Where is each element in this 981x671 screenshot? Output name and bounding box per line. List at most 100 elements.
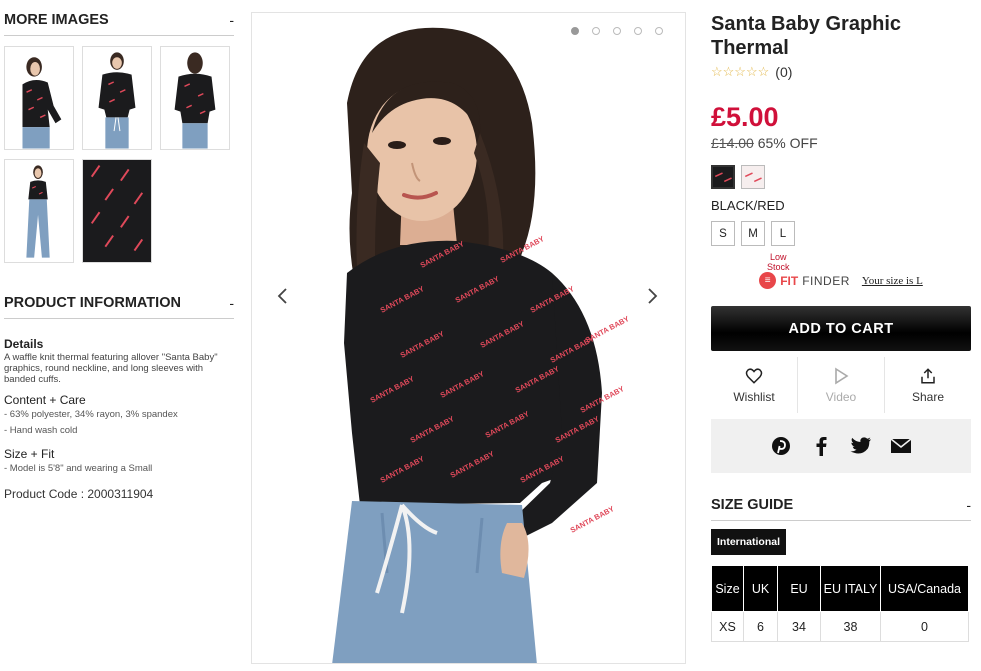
- print-text: SANTA BABY: [499, 234, 546, 265]
- size-table-header-row: Size UK EU EU ITALY USA/Canada: [711, 565, 969, 612]
- thumbnail-grid: [4, 46, 234, 263]
- content-line: - Hand wash cold: [4, 425, 78, 436]
- fit-finder-logo-icon: ≡: [759, 272, 777, 289]
- table-cell: 38: [820, 611, 881, 642]
- rating[interactable]: ☆☆☆☆☆ (0): [711, 64, 971, 80]
- collapse-toggle[interactable]: -: [229, 295, 234, 311]
- more-images-title: MORE IMAGES: [4, 12, 109, 28]
- table-cell: 6: [743, 611, 778, 642]
- column-header: EU ITALY: [820, 565, 881, 612]
- pager-dot[interactable]: [655, 27, 663, 35]
- column-header: EU: [777, 565, 821, 612]
- print-text: SANTA BABY: [399, 329, 446, 360]
- table-cell: 34: [777, 611, 821, 642]
- details-section: Details A waffle knit thermal featuring …: [4, 337, 234, 501]
- details-heading: Details: [4, 337, 44, 351]
- size-selector: S M L: [711, 221, 971, 246]
- email-icon[interactable]: [890, 435, 912, 457]
- low-stock-note: Low Stock: [767, 252, 790, 272]
- print-text: SANTA BABY: [439, 369, 486, 400]
- pager-dot[interactable]: [571, 27, 579, 35]
- pager-dot[interactable]: [592, 27, 600, 35]
- share-label: Share: [911, 389, 945, 404]
- pager-dot[interactable]: [613, 27, 621, 35]
- next-arrow-icon[interactable]: [643, 285, 663, 311]
- original-price: £14.00: [711, 135, 754, 151]
- thumbnail-1[interactable]: [4, 46, 74, 150]
- pager-dot[interactable]: [634, 27, 642, 35]
- video-button[interactable]: Video: [798, 357, 885, 413]
- print-text: SANTA BABY: [409, 414, 456, 445]
- share-button[interactable]: Share: [885, 357, 971, 413]
- print-text: SANTA BABY: [454, 274, 501, 305]
- print-text: SANTA BABY: [369, 374, 416, 405]
- product-title: Santa Baby Graphic Thermal: [711, 13, 902, 59]
- size-guide-header[interactable]: SIZE GUIDE -: [711, 497, 971, 521]
- add-to-cart-button[interactable]: ADD TO CART: [711, 306, 971, 351]
- star-rating-icon: ☆☆☆☆☆: [711, 64, 770, 79]
- thumbnail-5[interactable]: [82, 159, 152, 263]
- thumbnail-3[interactable]: [160, 46, 230, 150]
- twitter-icon[interactable]: [850, 435, 872, 457]
- thumbnail-4[interactable]: [4, 159, 74, 263]
- wishlist-button[interactable]: Wishlist: [711, 357, 798, 413]
- fit-finder-finder: FINDER: [802, 273, 850, 288]
- facebook-icon[interactable]: [810, 435, 832, 457]
- selected-color-name: BLACK/RED: [711, 198, 785, 213]
- column-header: USA/Canada: [880, 565, 969, 612]
- prev-arrow-icon[interactable]: [272, 285, 292, 311]
- content-care-heading: Content + Care: [4, 393, 86, 407]
- swatch-black-red[interactable]: [711, 165, 735, 189]
- print-text: SANTA BABY: [449, 449, 496, 480]
- video-label: Video: [825, 389, 857, 404]
- print-text: SANTA BABY: [379, 454, 426, 485]
- fit-finder[interactable]: ≡ FIT FINDER Your size is L: [711, 272, 971, 289]
- print-text: SANTA BABY: [519, 454, 566, 485]
- social-share-bar: [711, 419, 971, 473]
- print-text: SANTA BABY: [379, 284, 426, 315]
- collapse-toggle[interactable]: -: [966, 497, 971, 513]
- details-text: A waffle knit thermal featuring allover …: [4, 352, 218, 385]
- tab-international[interactable]: International: [711, 529, 787, 555]
- size-option-m[interactable]: M: [741, 221, 765, 246]
- pinterest-icon[interactable]: [770, 435, 792, 457]
- size-fit-heading: Size + Fit: [4, 447, 55, 461]
- main-product-image[interactable]: SANTA BABY SANTA BABY SANTA BABY SANTA BABY…: [251, 12, 686, 664]
- image-pager: [571, 27, 663, 35]
- size-guide-title: SIZE GUIDE: [711, 497, 794, 513]
- product-info-title: PRODUCT INFORMATION: [4, 295, 181, 311]
- action-row: Wishlist Video Share: [711, 357, 971, 413]
- swatch-white-red[interactable]: [741, 165, 765, 189]
- wishlist-label: Wishlist: [733, 389, 775, 404]
- table-cell: XS: [711, 611, 744, 642]
- review-count[interactable]: (0): [775, 64, 792, 80]
- print-text: SANTA BABY: [484, 409, 531, 440]
- print-text: SANTA BABY: [419, 239, 466, 270]
- print-text: SANTA BABY: [554, 414, 601, 445]
- table-row: XS 6 34 38 0: [711, 611, 969, 642]
- size-fit-line: - Model is 5'8" and wearing a Small: [4, 463, 153, 474]
- color-swatches: [711, 165, 971, 189]
- size-option-s[interactable]: S: [711, 221, 735, 246]
- shirt-print-pattern: SANTA BABY SANTA BABYSANTA BABY SANTA BABY…: [369, 234, 631, 535]
- product-info-header[interactable]: PRODUCT INFORMATION -: [4, 295, 234, 319]
- print-text: SANTA BABY: [529, 284, 576, 315]
- print-text: SANTA BABY: [579, 384, 626, 415]
- content-line: - 63% polyester, 34% rayon, 3% spandex: [4, 409, 178, 420]
- column-header: Size: [711, 565, 744, 612]
- size-option-l[interactable]: L: [771, 221, 795, 246]
- left-column: MORE IMAGES - PRODUCT INFORMATION - Deta…: [4, 12, 234, 501]
- fit-finder-fit: FIT: [780, 273, 799, 288]
- more-images-header[interactable]: MORE IMAGES -: [4, 12, 234, 36]
- column-header: UK: [743, 565, 778, 612]
- play-icon: [833, 367, 849, 387]
- your-size-link[interactable]: Your size is L: [862, 275, 923, 287]
- print-text: SANTA BABY: [514, 364, 561, 395]
- collapse-toggle[interactable]: -: [229, 12, 234, 28]
- sale-price: £5.00: [711, 102, 779, 132]
- product-panel: Santa Baby Graphic Thermal ☆☆☆☆☆ (0) £5.…: [711, 12, 971, 642]
- product-information: PRODUCT INFORMATION - Details A waffle k…: [4, 295, 234, 501]
- print-text: SANTA BABY: [584, 314, 631, 345]
- thumbnail-2[interactable]: [82, 46, 152, 150]
- table-cell: 0: [880, 611, 969, 642]
